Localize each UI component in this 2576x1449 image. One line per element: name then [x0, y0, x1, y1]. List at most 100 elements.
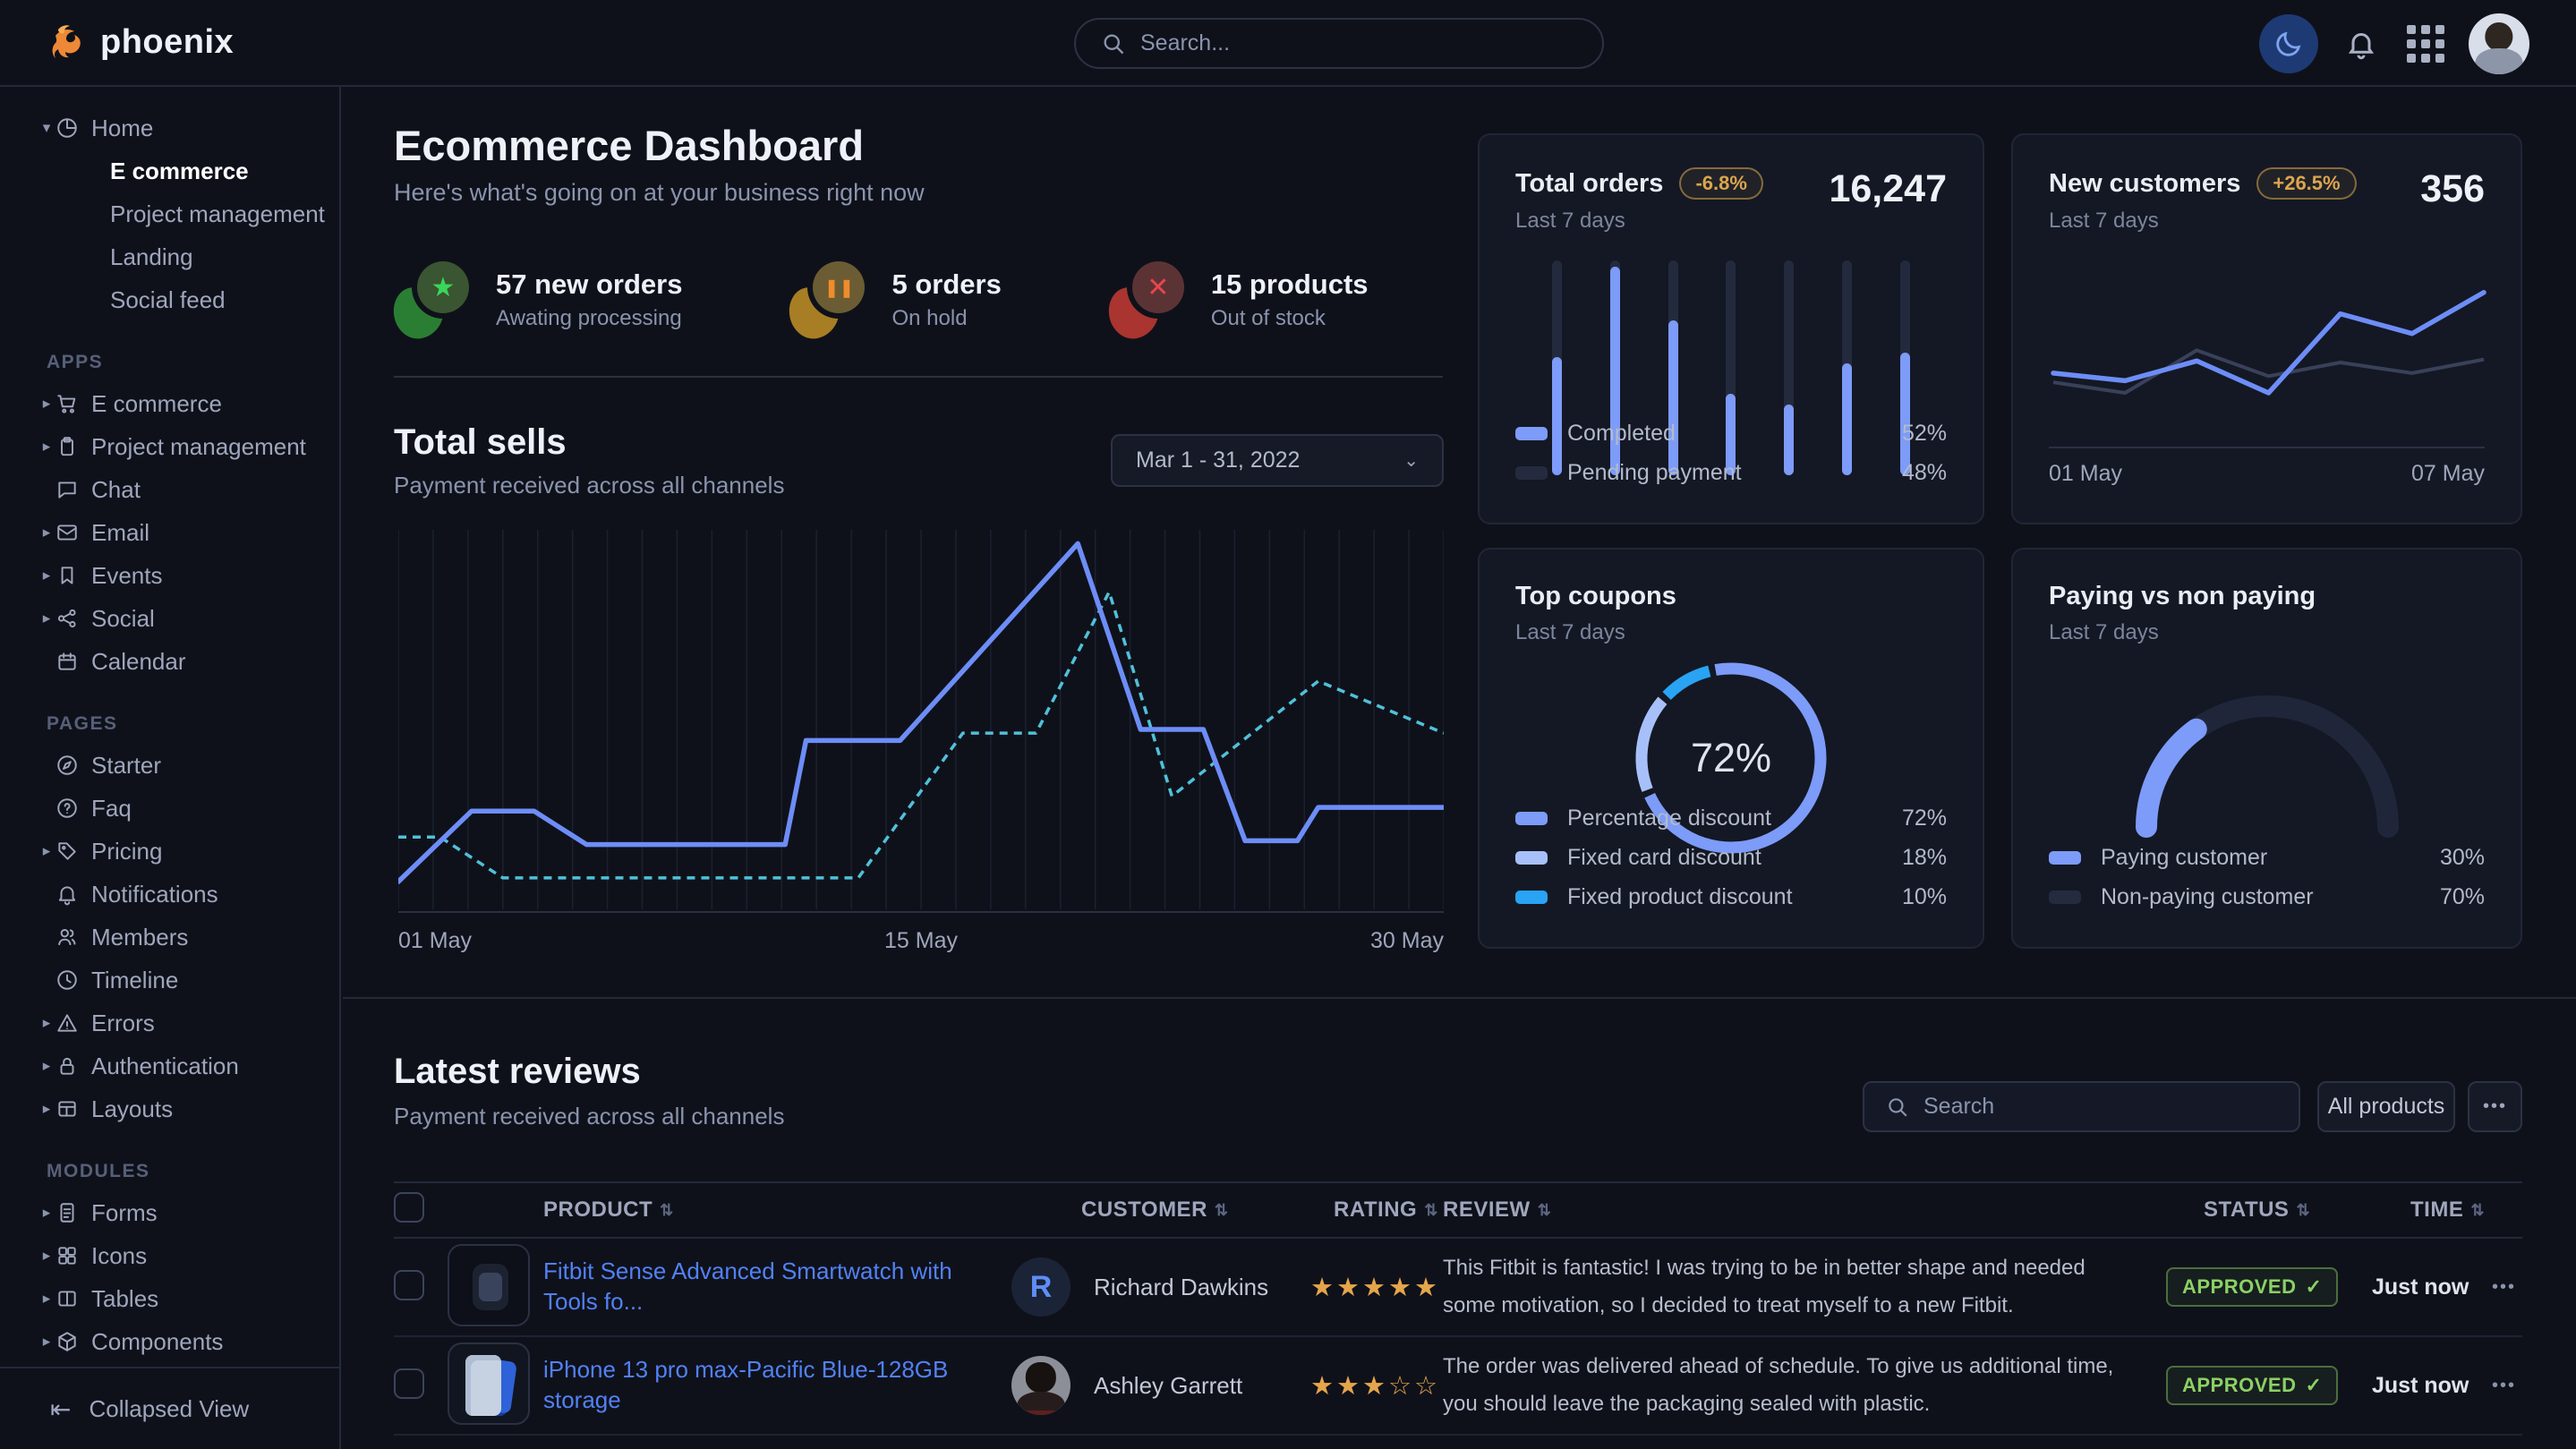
collapse-view-label: Collapsed View: [89, 1395, 249, 1423]
select-all-checkbox[interactable]: [394, 1192, 424, 1223]
sidebar-item-social[interactable]: ▸ Social: [0, 597, 339, 640]
date-range-select[interactable]: Mar 1 - 31, 2022 ⌄: [1111, 434, 1444, 487]
grid-apps-icon: [2407, 25, 2444, 63]
row-checkbox[interactable]: [394, 1270, 424, 1300]
latest-reviews-title: Latest reviews: [394, 1052, 641, 1092]
sidebar-subitem-label: Social feed: [110, 286, 226, 314]
caret-right-icon: ▸: [39, 609, 54, 627]
sidebar-item-forms[interactable]: ▸Forms: [0, 1191, 339, 1234]
stat-label: On hold: [891, 306, 1001, 331]
row-actions-button[interactable]: •••: [2492, 1376, 2516, 1395]
collapse-view-button[interactable]: ⇤ Collapsed View: [0, 1367, 339, 1449]
column-header-time[interactable]: TIME⇅: [2372, 1198, 2492, 1223]
apps-menu-button[interactable]: [2404, 22, 2447, 65]
column-header-label: STATUS: [2204, 1198, 2289, 1223]
tag-icon: [55, 840, 79, 863]
calendar-icon: [55, 650, 79, 673]
total-sells-subtitle: Payment received across all channels: [394, 472, 784, 499]
card-subtitle: Last 7 days: [2049, 620, 2485, 645]
clipboard-icon: [55, 435, 79, 458]
column-header-product[interactable]: PRODUCT⇅: [543, 1198, 1011, 1223]
legend-row: Fixed card discount 18%: [1515, 838, 1947, 877]
sidebar-item-components[interactable]: ▸Components: [0, 1320, 339, 1363]
brand-logo[interactable]: phoenix: [47, 22, 234, 64]
legend-swatch: [1515, 851, 1548, 865]
caret-right-icon: ▸: [39, 1204, 54, 1222]
sidebar-item-timeline[interactable]: Timeline: [0, 959, 339, 1002]
sidebar-section-label: MODULES: [47, 1161, 339, 1182]
caret-right-icon: ▸: [39, 1057, 54, 1075]
column-header-customer[interactable]: CUSTOMER⇅: [1011, 1198, 1310, 1223]
latest-reviews-subtitle: Payment received across all channels: [394, 1103, 784, 1130]
global-search-placeholder: Search...: [1140, 30, 1230, 56]
legend-value: 30%: [2440, 845, 2485, 871]
column-header-label: CUSTOMER: [1081, 1198, 1207, 1223]
sidebar-item-starter[interactable]: Starter: [0, 744, 339, 787]
sidebar-item-faq[interactable]: Faq: [0, 787, 339, 830]
new-customers-value: 356: [2420, 167, 2485, 211]
sidebar-item-errors[interactable]: ▸Errors: [0, 1002, 339, 1044]
sidebar-item-label: Events: [91, 562, 163, 590]
sidebar-item-pricing[interactable]: ▸Pricing: [0, 830, 339, 873]
help-circle-icon: [55, 797, 79, 820]
product-link[interactable]: Fitbit Sense Advanced Smartwatch with To…: [543, 1257, 952, 1315]
column-header-label: REVIEW: [1443, 1198, 1531, 1223]
sidebar-item-label: Social: [91, 605, 155, 633]
row-actions-button[interactable]: •••: [2492, 1277, 2516, 1297]
sidebar-item-project-management[interactable]: ▸Project management: [0, 425, 339, 468]
sidebar-item-tables[interactable]: ▸Tables: [0, 1277, 339, 1320]
legend-swatch: [1515, 427, 1548, 440]
sidebar-item-email[interactable]: ▸Email: [0, 511, 339, 554]
sidebar-item-events[interactable]: ▸ Events: [0, 554, 339, 597]
table-row: Fitbit Sense Advanced Smartwatch with To…: [394, 1239, 2522, 1337]
moon-icon: [2273, 29, 2304, 59]
legend-swatch: [1515, 812, 1548, 825]
sidebar-item-notifications[interactable]: Notifications: [0, 873, 339, 916]
sidebar-item-label: Calendar: [91, 648, 186, 676]
clock-icon: [55, 968, 79, 992]
total-orders-card: Total orders -6.8% Last 7 days 16,247 Co…: [1478, 133, 1984, 524]
cart-icon: [55, 392, 79, 415]
stat-value: 57 new orders: [496, 268, 682, 301]
reviews-search-input[interactable]: Search: [1863, 1081, 2300, 1132]
sidebar-subitem-e-commerce[interactable]: E commerce: [0, 149, 339, 192]
sidebar-item-e-commerce[interactable]: ▸E commerce: [0, 382, 339, 425]
sidebar-subitem-project-management[interactable]: Project management: [0, 192, 339, 235]
product-link[interactable]: iPhone 13 pro max-Pacific Blue-128GB sto…: [543, 1356, 948, 1413]
product-thumbnail[interactable]: [448, 1244, 530, 1326]
product-thumbnail[interactable]: [448, 1342, 530, 1425]
paying-legend: Paying customer 30% Non-paying customer …: [2049, 838, 2485, 916]
column-header-rating[interactable]: RATING⇅: [1310, 1198, 1443, 1223]
legend-swatch: [1515, 466, 1548, 480]
sidebar-item-authentication[interactable]: ▸Authentication: [0, 1044, 339, 1087]
sidebar-item-members[interactable]: Members: [0, 916, 339, 959]
all-products-button[interactable]: All products: [2317, 1081, 2455, 1132]
column-header-review[interactable]: REVIEW⇅: [1443, 1198, 2166, 1223]
column-header-status[interactable]: STATUS⇅: [2166, 1198, 2372, 1223]
sidebar-subitem-landing[interactable]: Landing: [0, 235, 339, 278]
global-search-input[interactable]: Search...: [1074, 18, 1604, 69]
total-sells-title: Total sells: [394, 422, 567, 463]
theme-toggle-button[interactable]: [2259, 14, 2318, 73]
sidebar-subitem-social-feed[interactable]: Social feed: [0, 278, 339, 321]
sidebar-item-calendar[interactable]: Calendar: [0, 640, 339, 683]
table-more-button[interactable]: •••: [2468, 1081, 2522, 1132]
notifications-button[interactable]: [2340, 22, 2383, 65]
sidebar-subitem-label: Project management: [110, 200, 325, 228]
mail-icon: [55, 521, 79, 544]
top-coupons-card: Top coupons Last 7 days 72% Percentage d…: [1478, 548, 1984, 949]
paying-gauge-chart: [2124, 684, 2410, 840]
sidebar-item-chat[interactable]: Chat: [0, 468, 339, 511]
user-avatar[interactable]: [2469, 13, 2529, 74]
card-title: Total orders: [1515, 169, 1663, 199]
sidebar-item-icons[interactable]: ▸Icons: [0, 1234, 339, 1277]
column-header-label: TIME: [2410, 1198, 2463, 1223]
row-checkbox[interactable]: [394, 1368, 424, 1399]
sidebar-item-home[interactable]: ▾Home: [0, 107, 339, 149]
caret-right-icon: ▸: [39, 1247, 54, 1265]
caret-right-icon: ▸: [39, 567, 54, 584]
file-text-icon: [55, 1201, 79, 1224]
trend-badge: -6.8%: [1679, 167, 1762, 200]
sidebar-item-layouts[interactable]: ▸Layouts: [0, 1087, 339, 1130]
legend-swatch: [1515, 891, 1548, 904]
